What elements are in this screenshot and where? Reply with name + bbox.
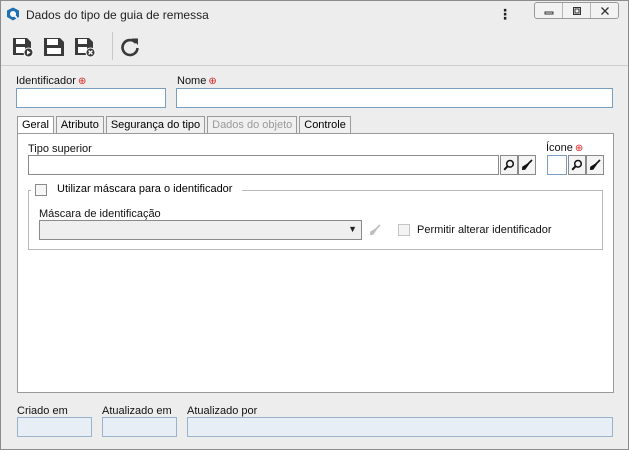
window-title: Dados do tipo de guia de remessa — [26, 8, 209, 22]
kebab-menu-icon[interactable]: ⋮ — [498, 6, 512, 24]
tab-bar: Geral Atributo Segurança do tipo Dados d… — [17, 116, 353, 135]
close-icon — [600, 6, 609, 15]
save-button[interactable] — [42, 35, 66, 59]
utilizar-mascara-label: Utilizar máscara para o identificador — [57, 183, 233, 195]
nome-label: Nome ⊕ — [177, 75, 217, 87]
identificador-label: Identificador ⊕ — [16, 75, 87, 87]
atualizado-por-label: Atualizado por — [187, 405, 258, 417]
mascara-identificacao-label: Máscara de identificação — [39, 208, 161, 220]
refresh-icon — [121, 38, 139, 57]
save-icon — [44, 38, 64, 56]
mascara-identificacao-select[interactable]: ▼ — [39, 220, 362, 240]
tipo-superior-input[interactable] — [28, 155, 499, 175]
tipo-superior-search-button[interactable] — [500, 155, 518, 175]
mascara-legend: Utilizar máscara para o identificador — [31, 182, 242, 198]
tab-controle[interactable]: Controle — [299, 116, 351, 134]
atualizado-em-field — [102, 417, 177, 437]
atualizado-por-field — [187, 417, 613, 437]
title-bar[interactable]: Dados do tipo de guia de remessa ⋮ — [1, 1, 628, 27]
utilizar-mascara-checkbox[interactable] — [35, 184, 47, 196]
required-icon: ⊕ — [208, 76, 217, 87]
mascara-fieldset: Utilizar máscara para o identificador Má… — [28, 182, 603, 250]
mascara-clear-button — [366, 221, 384, 239]
minimize-icon — [544, 11, 553, 14]
save-and-close-button[interactable] — [73, 35, 97, 59]
eraser-broom-icon — [370, 224, 381, 235]
window-controls — [534, 2, 619, 19]
icone-label: Ícone ⊕ — [546, 142, 584, 154]
nome-input[interactable] — [176, 88, 613, 108]
required-icon: ⊕ — [77, 76, 87, 87]
save-and-close-icon — [75, 38, 96, 58]
search-icon — [571, 159, 583, 171]
dropdown-arrow-icon: ▼ — [348, 224, 357, 234]
save-and-new-icon — [13, 38, 34, 58]
eraser-broom-icon — [590, 159, 601, 170]
app-logo-icon — [7, 7, 19, 21]
minimize-button[interactable] — [535, 3, 563, 18]
save-and-new-button[interactable] — [11, 35, 35, 59]
tipo-superior-label: Tipo superior — [28, 143, 92, 155]
icone-clear-button[interactable] — [586, 155, 604, 175]
icone-preview-box[interactable] — [547, 155, 567, 175]
dialog-window: Dados do tipo de guia de remessa ⋮ Ident… — [0, 0, 629, 450]
maximize-icon — [572, 6, 581, 15]
tab-dados-do-objeto: Dados do objeto — [207, 116, 298, 134]
tab-panel-geral: Tipo superior Ícone ⊕ Utilizar máscara pa… — [17, 133, 614, 393]
atualizado-em-label: Atualizado em — [102, 405, 172, 417]
tab-atributo[interactable]: Atributo — [55, 116, 104, 134]
tab-seguranca-do-tipo[interactable]: Segurança do tipo — [105, 116, 206, 134]
toolbar — [1, 28, 628, 66]
close-button[interactable] — [591, 3, 618, 18]
tipo-superior-clear-button[interactable] — [518, 155, 536, 175]
maximize-button[interactable] — [563, 3, 591, 18]
required-icon: ⊕ — [574, 143, 584, 154]
refresh-button[interactable] — [118, 35, 142, 59]
toolbar-separator — [112, 32, 113, 60]
search-icon — [503, 159, 515, 171]
identificador-input[interactable] — [16, 88, 166, 108]
criado-em-field — [17, 417, 92, 437]
permitir-alterar-label: Permitir alterar identificador — [417, 224, 552, 236]
permitir-alterar-checkbox — [398, 224, 410, 236]
icone-search-button[interactable] — [568, 155, 586, 175]
eraser-broom-icon — [522, 159, 533, 170]
criado-em-label: Criado em — [17, 405, 68, 417]
